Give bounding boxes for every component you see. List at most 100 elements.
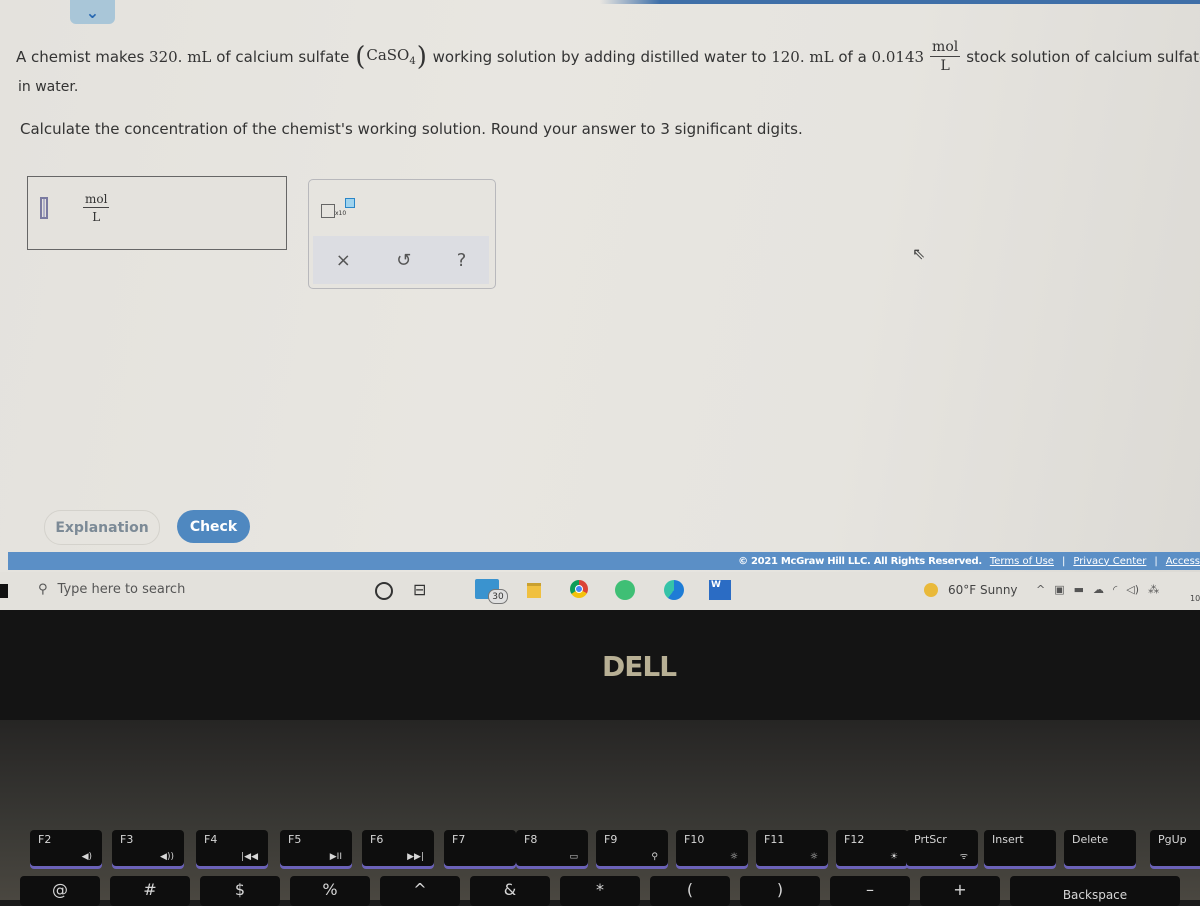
key-row2[interactable]: % <box>290 876 370 906</box>
key-row2[interactable]: @ <box>20 876 100 906</box>
base-box-icon <box>321 204 335 218</box>
key-function-icon: ☼ <box>809 852 818 862</box>
key-f9[interactable]: F9 ⚲ <box>596 830 668 866</box>
mouse-pointer-icon: ⇖ <box>912 244 926 263</box>
key-pgup[interactable]: PgUp <box>1150 830 1200 866</box>
answer-input[interactable]: mol L <box>27 176 287 250</box>
scientific-notation-button[interactable]: x10 <box>321 198 361 222</box>
key-function-icon: ▭ <box>569 852 578 862</box>
explanation-button[interactable]: Explanation <box>44 510 160 545</box>
key-row2[interactable]: ^ <box>380 876 460 906</box>
key-delete[interactable]: Delete <box>1064 830 1136 866</box>
key-label: F5 <box>288 833 302 846</box>
question-line-1: A chemist makes 320. mL of calcium sulfa… <box>16 39 1200 74</box>
meet-icon[interactable]: ▣ <box>1054 583 1064 596</box>
stock-concentration: 0.0143 <box>871 47 925 66</box>
key-label: Delete <box>1072 833 1109 846</box>
check-button[interactable]: Check <box>177 510 250 543</box>
chemical-formula: CaSO4 <box>366 46 416 67</box>
key-f11[interactable]: F11 ☼ <box>756 830 828 866</box>
sun-icon <box>924 583 938 597</box>
undo-icon[interactable]: ↺ <box>396 250 411 271</box>
accessibility-link[interactable]: Access <box>1166 556 1200 567</box>
dell-logo: DELL <box>602 650 677 683</box>
key-function-icon: ▶▶| <box>407 852 424 862</box>
key-function-icon: ☼ <box>729 852 738 862</box>
input-cursor-icon <box>40 197 48 219</box>
key-row2[interactable]: * <box>560 876 640 906</box>
key-f10[interactable]: F10 ☼ <box>676 830 748 866</box>
key-row2[interactable]: + <box>920 876 1000 906</box>
edge-icon[interactable] <box>664 580 684 600</box>
browser-screen: ⌄ A chemist makes 320. mL of calcium sul… <box>0 0 1200 610</box>
key-f12[interactable]: F12 ☀ <box>836 830 908 866</box>
key-label: PrtScr <box>914 833 947 846</box>
key-f3[interactable]: F3 ◀)) <box>112 830 184 866</box>
working-volume: 320. mL <box>149 47 212 66</box>
key-row2[interactable]: ) <box>740 876 820 906</box>
key-label: F3 <box>120 833 134 846</box>
word-icon[interactable]: W <box>709 580 731 600</box>
help-icon[interactable]: ? <box>457 250 467 271</box>
chrome-icon[interactable] <box>570 580 588 598</box>
key-row2[interactable]: $ <box>200 876 280 906</box>
key-row2[interactable]: # <box>110 876 190 906</box>
question-line-1-cont: in water. <box>18 79 79 95</box>
key-row2[interactable]: & <box>470 876 550 906</box>
cortana-icon[interactable] <box>375 582 393 600</box>
unit-fraction: mol L <box>930 39 961 74</box>
footer-bar: © 2021 McGraw Hill LLC. All Rights Reser… <box>8 552 1200 570</box>
dropbox-icon[interactable]: ⁂ <box>1148 583 1159 596</box>
task-view-icon[interactable]: ⊟ <box>413 580 426 599</box>
wifi-icon[interactable]: ◜ <box>1113 583 1117 596</box>
battery-icon[interactable]: ▬ <box>1074 583 1084 596</box>
key-function-icon: ◀)) <box>160 852 174 862</box>
key-label: F7 <box>452 833 466 846</box>
spotify-icon[interactable] <box>615 580 635 600</box>
answer-unit: mol L <box>83 192 110 224</box>
volume-icon[interactable]: ◁) <box>1126 583 1139 596</box>
key-f4[interactable]: F4 |◀◀ <box>196 830 268 866</box>
laptop-bezel <box>0 610 1200 720</box>
windows-start-icon[interactable] <box>0 584 8 598</box>
key-f5[interactable]: F5 ▶II <box>280 830 352 866</box>
key-row2[interactable]: ( <box>650 876 730 906</box>
key-function-icon: ⚲ <box>651 852 658 862</box>
key-label: F4 <box>204 833 218 846</box>
terms-link[interactable]: Terms of Use <box>990 556 1054 567</box>
key-f6[interactable]: F6 ▶▶| <box>362 830 434 866</box>
chevron-up-icon[interactable]: ^ <box>1036 583 1045 596</box>
cloud-icon[interactable]: ☁ <box>1093 583 1104 596</box>
top-strip <box>0 0 1200 4</box>
file-explorer-icon[interactable] <box>527 583 541 598</box>
taskbar-search[interactable]: ⚲ Type here to search <box>38 582 185 597</box>
key-label: F10 <box>684 833 705 846</box>
system-tray: ^ ▣ ▬ ☁ ◜ ◁) ⁂ <box>1036 583 1159 596</box>
key-f7[interactable]: F7 <box>444 830 516 866</box>
clock[interactable]: 10 <box>1190 594 1200 603</box>
key-row2[interactable]: – <box>830 876 910 906</box>
privacy-link[interactable]: Privacy Center <box>1073 556 1146 567</box>
keyboard-deck <box>0 720 1200 900</box>
key-f2[interactable]: F2 ◀) <box>30 830 102 866</box>
key-label: Insert <box>992 833 1024 846</box>
key-label: F9 <box>604 833 618 846</box>
copyright: © 2021 McGraw Hill LLC. All Rights Reser… <box>738 555 982 567</box>
key-prtscr[interactable]: PrtScr ᯤ <box>906 830 978 866</box>
stock-volume: 120. mL <box>771 47 834 66</box>
key-f8[interactable]: F8 ▭ <box>516 830 588 866</box>
key-label: F8 <box>524 833 538 846</box>
search-icon: ⚲ <box>38 582 48 597</box>
key-label: F6 <box>370 833 384 846</box>
key-label: F12 <box>844 833 865 846</box>
tool-actions: × ↺ ? <box>313 236 489 284</box>
key-insert[interactable]: Insert <box>984 830 1056 866</box>
collapse-button[interactable]: ⌄ <box>70 0 115 24</box>
clear-icon[interactable]: × <box>336 250 351 271</box>
weather-widget[interactable]: 60°F Sunny <box>924 583 1018 597</box>
key-label: F2 <box>38 833 52 846</box>
key-function-icon: ◀) <box>81 852 92 862</box>
chevron-down-icon: ⌄ <box>85 2 100 22</box>
mail-badge: 30 <box>488 589 508 604</box>
key-row2[interactable]: Backspace <box>1010 876 1180 906</box>
